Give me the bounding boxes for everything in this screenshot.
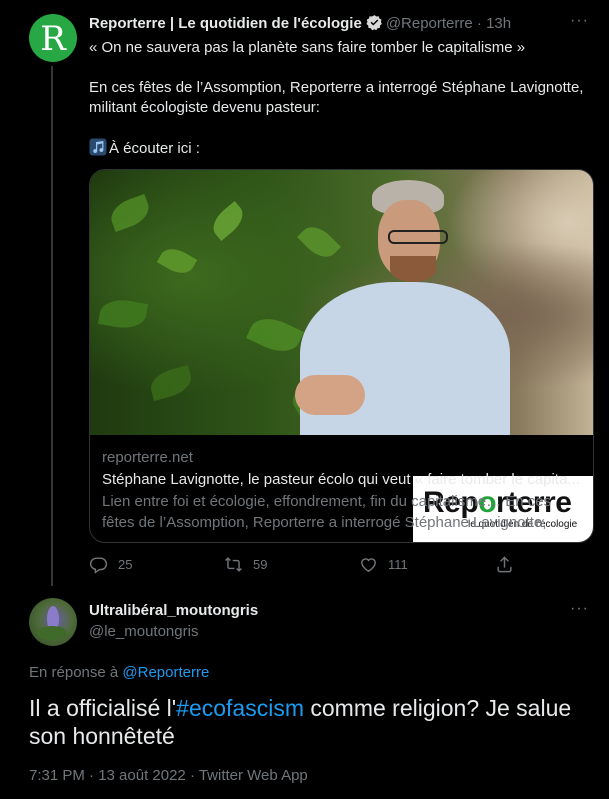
reply-text-before: Il a officialisé l' — [29, 695, 177, 721]
tweet-time[interactable]: 13h — [486, 15, 511, 32]
reply-prefix: En réponse à — [29, 664, 119, 681]
retweet-icon — [225, 557, 242, 572]
retweet-button[interactable]: 59 — [224, 555, 267, 574]
author-handle[interactable]: @Reporterre — [386, 15, 473, 32]
reply-author-name[interactable]: Ultralibéral_moutongris — [89, 602, 258, 619]
tweet-text: « On ne sauvera pas la planète sans fair… — [89, 38, 594, 159]
reply-text: Il a officialisé l'#ecofascism comme rel… — [29, 694, 599, 750]
avatar-letter: R — [40, 18, 66, 59]
reply-button[interactable]: 25 — [89, 555, 132, 574]
more-icon[interactable]: ··· — [570, 600, 589, 618]
share-icon — [497, 556, 512, 573]
tweet-actions: 25 59 111 — [89, 555, 594, 577]
tweet-header: Reporterre | Le quotidien de l'écologie @… — [89, 14, 511, 35]
like-button[interactable]: 111 — [359, 555, 408, 574]
card-description: Lien entre foi et écologie, effondrement… — [102, 493, 564, 531]
moutongris-avatar[interactable] — [29, 598, 77, 646]
author-name[interactable]: Reporterre | Le quotidien de l'écologie — [89, 15, 362, 32]
hashtag-link[interactable]: #ecofascism — [176, 695, 304, 721]
music-note-icon — [89, 138, 107, 156]
retweet-count: 59 — [253, 557, 268, 572]
card-body: reporterre.net Stéphane Lavignotte, le p… — [90, 436, 593, 533]
tweet-text-body: En ces fêtes de l’Assomption, Reporterre… — [89, 79, 584, 116]
share-button[interactable] — [495, 555, 524, 574]
reply-author-handle[interactable]: @le_moutongris — [89, 623, 198, 640]
like-icon — [361, 558, 376, 573]
link-card[interactable]: Reporterre le quotidien de l'écologie re… — [89, 169, 594, 543]
reporterre-avatar[interactable]: R — [29, 14, 77, 62]
card-domain: reporterre.net — [102, 449, 193, 466]
reply-count: 25 — [118, 557, 133, 572]
reply-icon — [89, 557, 108, 574]
verified-badge-icon — [366, 14, 383, 35]
like-count: 111 — [388, 557, 408, 572]
card-image — [90, 170, 593, 435]
tweet-text-quote: « On ne sauvera pas la planète sans fair… — [89, 39, 526, 56]
tweet-text-listen: À écouter ici : — [109, 140, 200, 157]
separator-dot: · — [476, 15, 482, 32]
thread-line — [51, 66, 53, 586]
reply-mention-link[interactable]: @Reporterre — [122, 664, 209, 681]
more-icon[interactable]: ··· — [570, 12, 589, 30]
tweet-meta[interactable]: 7:31 PM · 13 août 2022 · Twitter Web App — [29, 767, 308, 784]
replying-to: En réponse à @Reporterre — [29, 664, 209, 681]
card-title[interactable]: Stéphane Lavignotte, le pasteur écolo qu… — [102, 470, 583, 490]
